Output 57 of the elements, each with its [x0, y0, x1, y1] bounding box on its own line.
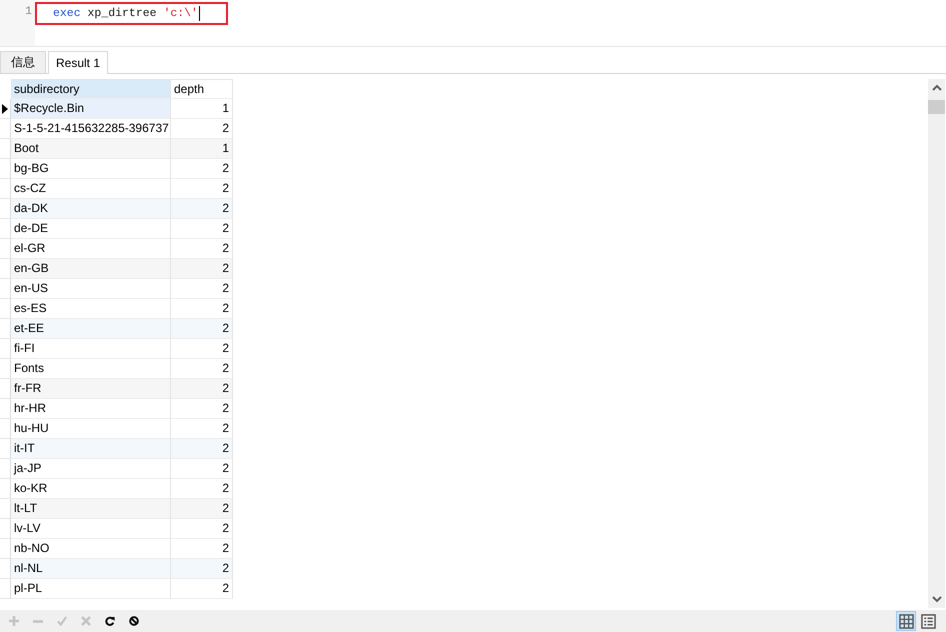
table-cell: nl-NL	[11, 559, 171, 579]
table-cell: 2	[171, 559, 233, 579]
table-cell: da-DK	[11, 199, 171, 219]
table-cell: fr-FR	[11, 379, 171, 399]
table-cell: en-GB	[11, 259, 171, 279]
table-cell: et-EE	[11, 319, 171, 339]
column-header[interactable]: subdirectory	[11, 79, 171, 99]
chevron-up-icon[interactable]	[932, 84, 942, 91]
table-cell: 2	[171, 379, 233, 399]
table-cell: en-US	[11, 279, 171, 299]
table-cell: hr-HR	[11, 399, 171, 419]
table-cell: 2	[171, 219, 233, 239]
table-cell: it-IT	[11, 439, 171, 459]
table-cell: bg-BG	[11, 159, 171, 179]
code-line: exec xp_dirtree 'c:\'	[53, 6, 198, 21]
refresh-icon	[105, 616, 115, 626]
ban-icon	[129, 616, 139, 626]
current-row-icon	[2, 104, 8, 114]
table-cell: 2	[171, 159, 233, 179]
table-cell: lt-LT	[11, 499, 171, 519]
table-cell: fi-FI	[11, 339, 171, 359]
grid-icon	[898, 614, 914, 628]
scrollbar-thumb[interactable]	[928, 100, 945, 114]
table-cell: 2	[171, 259, 233, 279]
table-cell: ja-JP	[11, 459, 171, 479]
cross-icon	[81, 616, 91, 626]
line-number: 1	[25, 5, 32, 19]
minus-icon	[33, 620, 43, 622]
table-cell: Boot	[11, 139, 171, 159]
tab[interactable]: Result 1	[48, 51, 108, 74]
column-header[interactable]: depth	[171, 79, 233, 99]
plus-icon	[9, 616, 19, 626]
grid-view-button[interactable]	[896, 611, 916, 631]
row-header[interactable]	[0, 99, 11, 119]
table-cell: de-DE	[11, 219, 171, 239]
form-view-button[interactable]	[918, 611, 938, 631]
table-cell: 2	[171, 439, 233, 459]
table-cell: 2	[171, 579, 233, 599]
scrollbar[interactable]	[928, 79, 945, 608]
table-cell: 2	[171, 499, 233, 519]
tab[interactable]: 信息	[0, 51, 46, 73]
check-icon	[57, 616, 67, 626]
table-cell: 2	[171, 339, 233, 359]
code-editor[interactable]: 1 exec xp_dirtree 'c:\'	[0, 0, 946, 47]
table-cell: 2	[171, 279, 233, 299]
table-cell: 2	[171, 459, 233, 479]
table-cell: 1	[171, 139, 233, 159]
table-cell: $Recycle.Bin	[11, 99, 171, 119]
table-cell: 1	[171, 99, 233, 119]
table-cell: pl-PL	[11, 579, 171, 599]
table-cell: lv-LV	[11, 519, 171, 539]
chevron-down-icon[interactable]	[932, 596, 942, 603]
table-cell: 2	[171, 399, 233, 419]
table-cell: 2	[171, 199, 233, 219]
table-cell: 2	[171, 519, 233, 539]
list-icon	[920, 614, 936, 628]
table-cell: 2	[171, 319, 233, 339]
